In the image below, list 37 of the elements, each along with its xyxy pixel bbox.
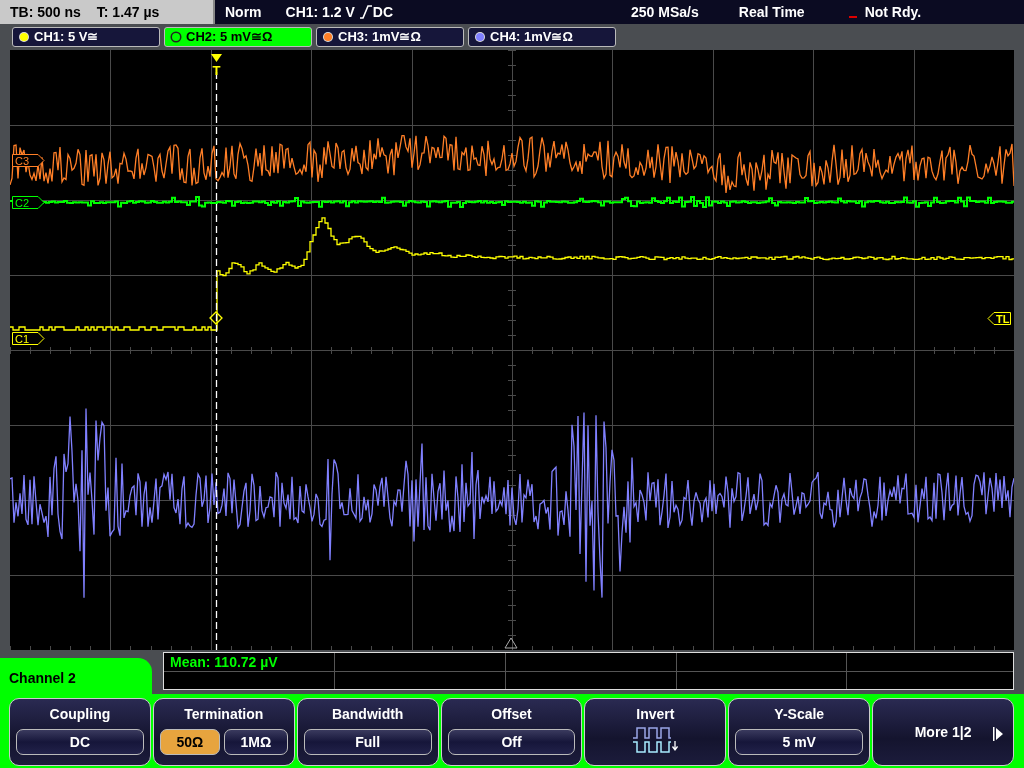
softkey-label: Termination	[184, 705, 264, 723]
softkey-value-button[interactable]: DC	[16, 729, 144, 755]
acquisition-mode: Real Time	[738, 2, 805, 22]
trigger-source: CH1: 1.2 V	[285, 2, 355, 22]
channel-tab[interactable]: CH4: 1mV≅Ω	[468, 27, 616, 47]
channel-tab[interactable]: CH1: 5 V≅	[12, 27, 160, 47]
timebase-readout: TB: 500 ns	[10, 2, 81, 22]
channel-tab[interactable]: CH2: 5 mV≅Ω	[164, 27, 312, 47]
acquisition-state: Not Rdy.	[864, 2, 922, 22]
softkey-value-button[interactable]: Off	[447, 729, 576, 755]
softkey-value-button[interactable]: 5 mV	[735, 729, 864, 755]
center-marker-icon	[504, 637, 518, 649]
channel-marker: C1	[12, 332, 45, 345]
trigger-mode: Norm	[225, 2, 262, 22]
channel-tab[interactable]: CH3: 1mV≅Ω	[316, 27, 464, 47]
option-button[interactable]: 50Ω	[159, 729, 220, 755]
menu-title: Channel 2	[0, 658, 152, 694]
trigger-time-readout: T: 1.47 µs	[96, 2, 160, 22]
softkey-value-button[interactable]: Full	[303, 729, 432, 755]
softkey-label: Offset	[491, 705, 532, 723]
button-label: Invert	[636, 705, 675, 723]
softkey-label: Coupling	[49, 705, 111, 723]
status-mark	[848, 16, 857, 18]
more-button[interactable]: More 1|2	[872, 698, 1014, 766]
trigger-level-marker: TL	[987, 312, 1011, 325]
softkey-label: Bandwidth	[331, 705, 404, 723]
softkey-label: Y-Scale	[774, 705, 825, 723]
invert-button[interactable]: Invert	[584, 698, 727, 766]
option-button[interactable]: 1MΩ	[223, 729, 288, 755]
channel-marker: C3	[12, 154, 45, 167]
sample-rate: 250 MSa/s	[631, 2, 699, 22]
invert-waveform-icon	[632, 727, 679, 753]
trigger-point-icon	[209, 311, 223, 325]
rising-edge-icon	[358, 5, 373, 19]
channel-marker: C2	[12, 196, 45, 209]
trigger-coupling: DC	[372, 2, 394, 22]
next-page-icon	[993, 727, 1003, 741]
